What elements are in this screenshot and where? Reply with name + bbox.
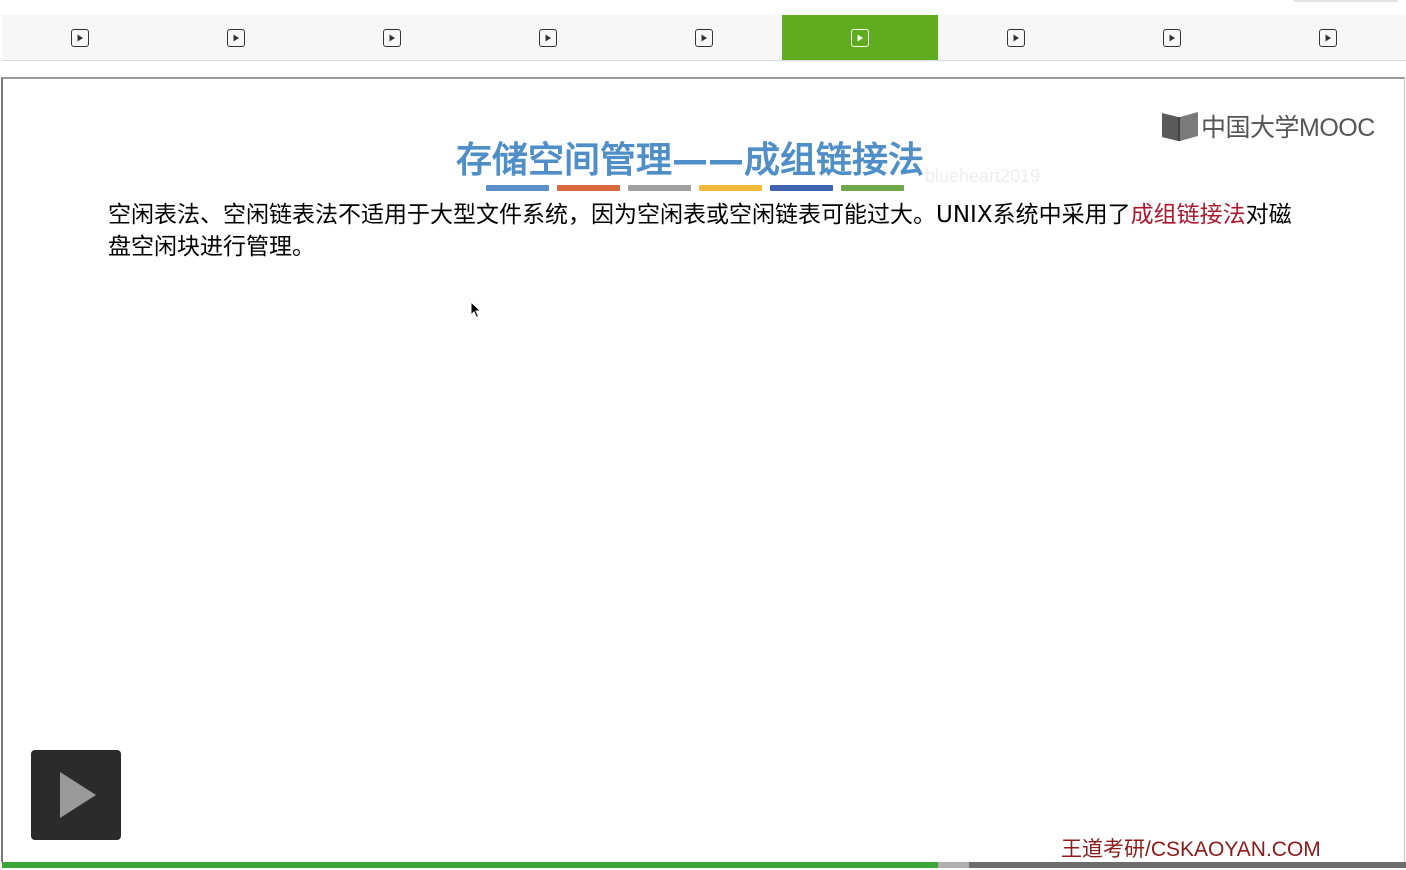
underline-segment-3 — [628, 185, 691, 191]
underline-segment-5 — [770, 185, 833, 191]
chapter-tab-bar — [2, 15, 1406, 61]
logo-text: 中国大学MOOC — [1201, 114, 1375, 142]
play-square-icon — [695, 28, 713, 47]
mooc-book-icon — [1162, 112, 1198, 141]
play-square-icon — [71, 28, 89, 47]
mooc-logo: 中国大学MOOC — [1160, 108, 1375, 144]
window-edge-strip — [1294, 0, 1398, 2]
slide-frame — [1, 77, 1405, 862]
play-square-icon — [851, 28, 869, 47]
play-square-icon — [383, 28, 401, 47]
chapter-tab-9[interactable] — [1250, 15, 1406, 60]
body-highlight-text: 成组链接法 — [1130, 202, 1246, 228]
underline-segment-4 — [699, 185, 762, 191]
footer-brand: 王道考研/CSKAOYAN.COM — [1061, 838, 1321, 861]
play-square-icon — [539, 28, 557, 47]
underline-segment-2 — [557, 185, 620, 191]
play-square-icon — [227, 28, 245, 47]
chapter-tab-4[interactable] — [470, 15, 626, 60]
progress-buffered — [938, 862, 969, 868]
mouse-cursor-icon — [470, 301, 482, 319]
chapter-tab-7[interactable] — [938, 15, 1094, 60]
chapter-tab-2[interactable] — [158, 15, 314, 60]
progress-played — [2, 862, 938, 868]
play-square-icon — [1007, 28, 1025, 47]
play-square-icon — [1163, 28, 1181, 47]
slide-title: 存储空间管理——成组链接法 — [455, 140, 924, 181]
title-underline — [486, 185, 904, 191]
chapter-tab-6[interactable] — [782, 15, 938, 60]
chapter-tab-3[interactable] — [314, 15, 470, 60]
chapter-tab-1[interactable] — [2, 15, 158, 60]
play-square-icon — [1319, 28, 1337, 47]
underline-segment-1 — [486, 185, 549, 191]
progress-bar[interactable] — [2, 862, 1406, 868]
watermark: blueheart2019 — [925, 166, 1041, 186]
play-icon — [60, 772, 96, 818]
chapter-tab-8[interactable] — [1094, 15, 1250, 60]
play-button[interactable] — [31, 750, 121, 840]
underline-segment-6 — [841, 185, 904, 191]
chapter-tab-5[interactable] — [626, 15, 782, 60]
slide-body-text: 空闲表法、空闲链表法不适用于大型文件系统，因为空闲表或空闲链表可能过大。UNIX… — [108, 199, 1308, 263]
body-plain-text: 空闲表法、空闲链表法不适用于大型文件系统，因为空闲表或空闲链表可能过大。UNIX… — [108, 202, 1131, 228]
